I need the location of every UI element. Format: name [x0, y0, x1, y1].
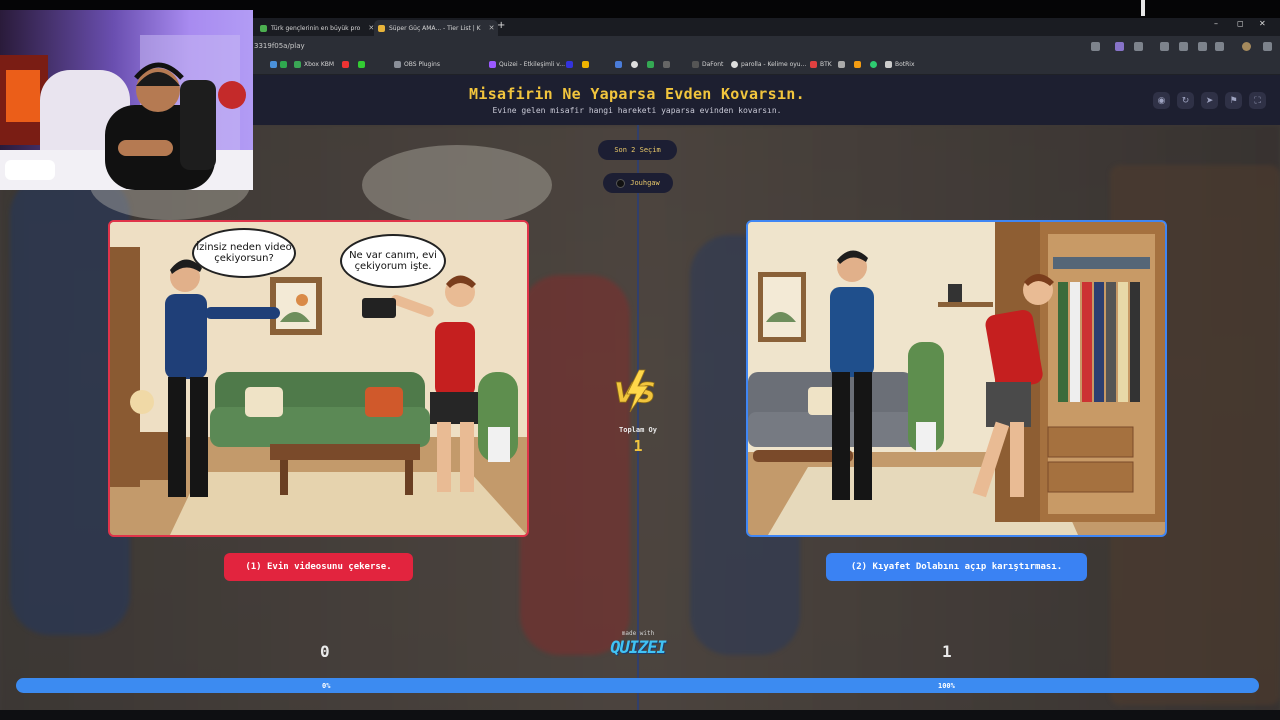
bookmark-favicon-icon	[342, 61, 349, 68]
option-card-left[interactable]: İzinsiz neden video çekiyorsun? Ne var c…	[108, 220, 529, 537]
bookmark-icon-5[interactable]	[566, 61, 573, 68]
profile-avatar[interactable]	[1242, 42, 1251, 51]
star-icon[interactable]	[1091, 42, 1100, 51]
bookmark-quizei[interactable]: Quizei - Etkileşimli v...	[489, 61, 565, 68]
bookmark-favicon-icon	[870, 61, 877, 68]
minimize-button[interactable]: –	[1214, 19, 1218, 28]
avatar	[616, 178, 626, 188]
eye-icon[interactable]: ◉	[1153, 92, 1170, 109]
bottom-strip	[0, 710, 1280, 720]
bookmark-favicon-icon	[885, 61, 892, 68]
streamer-video	[0, 35, 253, 190]
bookmark-icon-8[interactable]	[647, 61, 654, 68]
bookmark-favicon-icon	[854, 61, 861, 68]
cast-icon[interactable]	[1198, 42, 1207, 51]
center-divider	[637, 125, 639, 710]
background-figure	[520, 275, 630, 655]
bookmark-icon-6[interactable]	[582, 61, 589, 68]
bookmark-icon-3[interactable]	[342, 61, 349, 68]
option-1-percent: 0%	[322, 682, 331, 690]
puzzle-icon[interactable]	[1134, 42, 1143, 51]
bookmark-favicon-icon	[582, 61, 589, 68]
share-icon[interactable]: ↻	[1177, 92, 1194, 109]
bookmark-favicon-icon	[810, 61, 817, 68]
github-icon[interactable]	[631, 61, 638, 68]
quizei-logo[interactable]: QUIZEI	[600, 638, 676, 658]
bookmark-obs[interactable]: OBS Plugins	[394, 61, 440, 68]
close-window-button[interactable]: ✕	[1259, 19, 1266, 28]
round-label: Son 2 Seçim	[614, 146, 661, 154]
new-tab-button[interactable]: +	[497, 20, 505, 31]
option-card-right[interactable]	[746, 220, 1167, 537]
total-votes-label: Toplam Oy	[619, 426, 657, 434]
tab-title: Süper Güç AMA... - Tier List | K	[389, 24, 481, 32]
voter-badge: Jouhgaw	[603, 173, 673, 193]
fullscreen-icon[interactable]: ⛶	[1249, 92, 1266, 109]
tab-favicon-icon	[378, 24, 385, 32]
bookmark-favicon-icon	[566, 61, 573, 68]
menu-icon[interactable]	[1263, 42, 1272, 51]
bookmark-favicon-icon	[692, 61, 699, 68]
bookmark-favicon-icon	[731, 61, 738, 68]
download-icon[interactable]	[1179, 42, 1188, 51]
bookmark-favicon-icon	[489, 61, 496, 68]
speech-bubble-1: İzinsiz neden video çekiyorsun?	[192, 228, 296, 278]
browser-tab-2[interactable]: Süper Güç AMA... - Tier List | K ✕	[374, 20, 499, 36]
scene-illustration-right	[748, 222, 1165, 535]
tab-title: Türk gençlerinin en büyük pro	[271, 24, 361, 32]
bookmark-btk[interactable]: BTK	[810, 61, 832, 68]
bookmark-botrix[interactable]: BotRix	[885, 61, 915, 68]
scene-illustration-left	[110, 222, 527, 535]
option-1-button[interactable]: (1) Evin videosunu çekerse.	[224, 553, 413, 581]
bookmark-icon-9[interactable]	[663, 61, 670, 68]
bookmark-icon-10[interactable]	[838, 61, 845, 68]
background-speech-bubble	[362, 145, 552, 225]
send-icon[interactable]: ➤	[1201, 92, 1218, 109]
tab-favicon-icon	[260, 24, 267, 32]
bookmark-favicon-icon	[615, 61, 622, 68]
round-badge: Son 2 Seçim	[598, 140, 677, 160]
bookmark-favicon-icon	[631, 61, 638, 68]
bookmark-favicon-icon	[270, 61, 277, 68]
option-1-vote-count: 0	[320, 642, 330, 661]
vs-icon: VS	[614, 369, 656, 413]
bookmark-icon-12[interactable]	[870, 61, 877, 68]
option-2-percent: 100%	[938, 682, 955, 690]
bookmark-icon-2[interactable]	[280, 61, 287, 68]
vote-progress-bar	[16, 678, 1259, 693]
bookmark-dafont[interactable]: DaFont	[692, 61, 723, 68]
option-2-button[interactable]: (2) Kıyafet Dolabını açıp karıştırması.	[826, 553, 1087, 581]
bookmark-icon-4[interactable]	[358, 61, 365, 68]
translate-icon[interactable]	[1215, 42, 1224, 51]
bookmark-favicon-icon	[280, 61, 287, 68]
webcam-overlay	[0, 10, 253, 190]
bookmark-icon-7[interactable]	[615, 61, 622, 68]
bookmark-parolla[interactable]: parolla - Kelime oyu...	[731, 61, 806, 68]
total-votes-value: 1	[633, 437, 643, 455]
flag-icon[interactable]: ⚑	[1225, 92, 1242, 109]
option-2-vote-count: 1	[942, 642, 952, 661]
bookmark-favicon-icon	[647, 61, 654, 68]
bookmark-favicon-icon	[838, 61, 845, 68]
folder-icon	[394, 61, 401, 68]
bookmark-favicon-icon	[663, 61, 670, 68]
history-icon[interactable]	[1160, 42, 1169, 51]
made-with-label: made with	[621, 630, 655, 637]
bookmark-icon-1[interactable]	[270, 61, 277, 68]
tab-close-icon[interactable]: ✕	[489, 24, 495, 32]
browser-tab-1[interactable]: Türk gençlerinin en büyük pro ✕	[256, 20, 378, 36]
maximize-button[interactable]: ◻	[1237, 19, 1244, 28]
bookmark-favicon-icon	[358, 61, 365, 68]
url-field[interactable]: 3319f05a/play	[254, 42, 305, 50]
window-grip[interactable]	[1141, 0, 1145, 16]
bookmark-favicon-icon	[294, 61, 301, 68]
voter-name: Jouhgaw	[630, 179, 660, 187]
bookmark-icon-11[interactable]	[854, 61, 861, 68]
speech-bubble-2: Ne var canım, evi çekiyorum işte.	[340, 234, 446, 288]
bookmark-xbox[interactable]: Xbox KBM	[294, 61, 334, 68]
extension-icon[interactable]	[1115, 42, 1124, 51]
